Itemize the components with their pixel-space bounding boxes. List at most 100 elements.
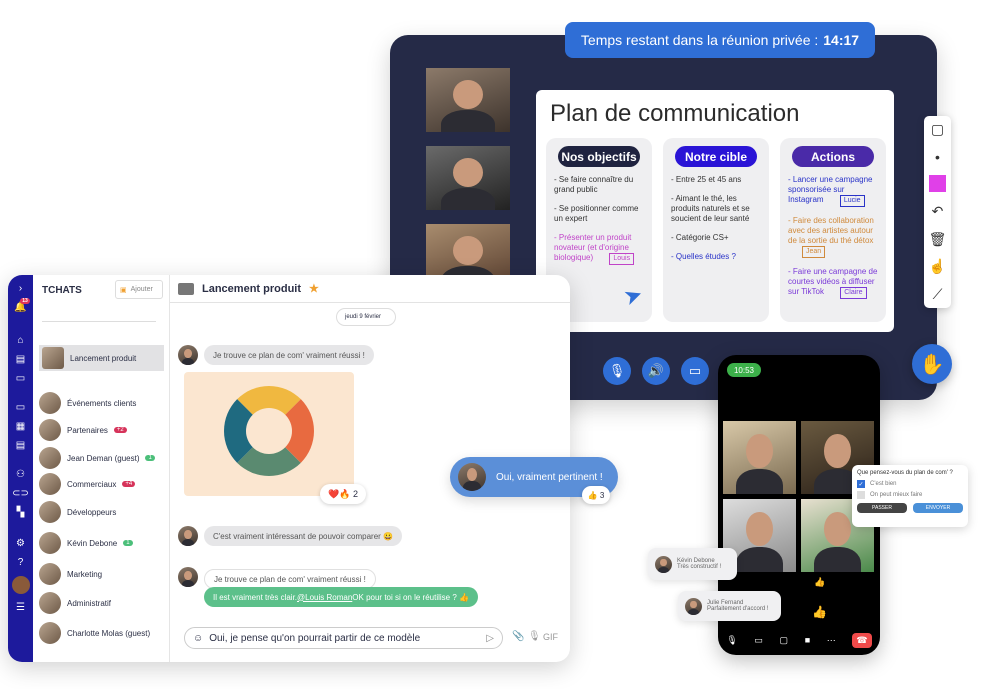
add-chat-button[interactable]: ▣ Ajouter	[115, 280, 163, 299]
chat-list-item[interactable]: Marketing	[39, 562, 164, 586]
divider	[42, 321, 156, 322]
unread-badge: +4	[122, 481, 136, 487]
camera-icon[interactable]: ▭	[754, 635, 763, 646]
poll-card: Que pensez-vous du plan de com' ? ✓ C'est…	[852, 465, 968, 527]
assignee-tag: Lucie	[839, 195, 865, 207]
skip-button[interactable]: PASSER	[857, 503, 907, 513]
microphone-icon[interactable]: 🎙	[726, 635, 737, 646]
share-icon[interactable]: ■	[805, 635, 810, 645]
reactions[interactable]: ❤️🔥 2	[320, 484, 366, 504]
news-icon[interactable]: ▤	[16, 354, 25, 365]
column-item: - Faire une campagne de courtes vidéos à…	[788, 267, 878, 299]
apps-icon[interactable]: ▚	[17, 507, 25, 518]
toggle-icon[interactable]: ⊂⊃	[12, 488, 29, 499]
column-item: - Aimant le thé, les produits naturels e…	[671, 194, 750, 223]
reaction-badge[interactable]: 👍 3	[582, 486, 610, 504]
help-icon[interactable]: ?	[18, 557, 24, 568]
chats-title: TCHATS	[42, 285, 82, 296]
chat-list-item[interactable]: Partenaires +2	[39, 418, 164, 442]
speaker-button[interactable]: 🔊	[642, 357, 670, 385]
column-item: - Entre 25 et 45 ans	[671, 175, 742, 184]
undo-icon[interactable]: ↶	[932, 203, 944, 220]
avatar	[39, 592, 61, 614]
gif-button[interactable]: GIF	[543, 632, 558, 642]
nav-rail: › 🔔 13 ⌂ ▤ ▭ ▭ ▦ ▤ ⚇ ⊂⊃ ▚ ⚙ ? ☰	[8, 275, 33, 662]
avatar	[685, 597, 702, 615]
avatar	[39, 563, 61, 585]
checkbox-checked[interactable]: ✓	[857, 480, 865, 488]
star-icon[interactable]: ★	[309, 282, 319, 295]
camera-button[interactable]: ▭	[681, 357, 709, 385]
column-item: - Faire des collaboration avec des artis…	[788, 216, 878, 258]
chat-list-item[interactable]: Développeurs	[39, 500, 164, 524]
chat-list: TCHATS ▣ Ajouter Lancement produit Événeme…	[33, 275, 170, 662]
message: C'est vraiment intéressant de pouvoir co…	[204, 526, 403, 546]
folder-icon[interactable]: ▭	[16, 402, 25, 413]
table-icon[interactable]: ▤	[16, 440, 25, 451]
users-icon[interactable]: ⚇	[16, 469, 25, 480]
message-icon[interactable]: ▭	[16, 373, 25, 384]
timer-value: 14:17	[823, 32, 860, 48]
attach-icon[interactable]: 📎	[512, 631, 524, 642]
conversation-header: Lancement produit ★	[170, 275, 570, 303]
column-header: Actions	[792, 146, 874, 167]
assignee-tag: Claire	[840, 287, 867, 299]
settings-icon[interactable]: ⚙	[16, 538, 25, 549]
chat-list-item[interactable]: Événements clients	[39, 391, 164, 415]
send-icon[interactable]: ▷	[486, 633, 494, 644]
microphone-icon[interactable]: 🎙	[528, 631, 541, 642]
column-item: - Se faire connaître du grand public	[554, 175, 634, 194]
chat-list-item[interactable]: Commerciaux +4	[39, 472, 164, 496]
slide-column: Notre cible - Entre 25 et 45 ans - Aimant …	[663, 138, 769, 322]
hang-up-button[interactable]: ☎	[852, 632, 872, 648]
rectangle-tool-icon[interactable]: ▢	[931, 121, 944, 138]
hand-tool-icon[interactable]: ☝	[929, 258, 946, 275]
more-icon[interactable]: ⋯	[827, 635, 836, 646]
chat-list-item[interactable]: Charlotte Molas (guest)	[39, 621, 164, 645]
mention-link[interactable]: @Louis Roman	[297, 593, 352, 602]
chat-list-item[interactable]: Jean Deman (guest) 1	[39, 446, 164, 470]
emoji-icon[interactable]: ☺	[193, 633, 203, 644]
microphone-button[interactable]: 🎙	[603, 357, 631, 385]
poll-option[interactable]: On peut mieux faire	[857, 491, 963, 499]
filters-icon[interactable]: ☰	[16, 602, 25, 613]
assignee-tag: Jean	[802, 246, 826, 258]
column-item: - Présenter un produit novateur (et d'or…	[554, 233, 644, 265]
chat-list-item[interactable]: Kévin Debone 1	[39, 531, 164, 555]
trash-icon[interactable]: 🗑	[929, 231, 947, 248]
chart-tool-icon[interactable]: ⟋	[933, 286, 943, 303]
calendar-icon[interactable]: ▦	[16, 421, 25, 432]
user-avatar[interactable]	[11, 576, 30, 594]
reply-message: Il est vraiment très clair. @Louis Roman…	[204, 587, 478, 607]
column-header: Nos objectifs	[558, 146, 640, 167]
presentation-slide: Plan de communication Nos objectifs - Se …	[536, 90, 894, 332]
unread-badge: +2	[113, 427, 127, 433]
chat-icon[interactable]: ▢	[780, 635, 789, 646]
thumbs-up-icon: 👍	[814, 577, 826, 587]
home-icon[interactable]: ⌂	[17, 335, 23, 346]
conversation-title: Lancement produit	[202, 282, 302, 295]
avatar	[178, 526, 198, 546]
column-item: - Se positionner comme un expert	[554, 204, 639, 223]
expand-icon[interactable]: ›	[19, 283, 22, 294]
cycle-diagram-image	[224, 386, 314, 476]
chat-list-item[interactable]: Lancement produit	[39, 345, 164, 371]
avatar	[39, 622, 61, 644]
color-picker[interactable]	[929, 175, 946, 193]
shared-image	[184, 372, 354, 496]
chat-list-item[interactable]: Administratif	[39, 591, 164, 615]
raise-hand-button[interactable]: ✋	[912, 344, 952, 384]
avatar	[39, 501, 61, 523]
avatar	[655, 555, 672, 573]
column-item: - Lancer une campagne sponsorisée sur In…	[788, 175, 878, 207]
call-time: 10:53	[727, 363, 761, 377]
timer-label: Temps restant dans la réunion privée :	[580, 32, 819, 48]
bell-icon[interactable]: 🔔 13	[14, 298, 30, 313]
send-button[interactable]: ENVOYER	[913, 503, 963, 513]
dot-tool-icon[interactable]: •	[935, 149, 940, 165]
avatar	[178, 345, 198, 365]
add-icon: ▣	[120, 286, 127, 294]
message-input[interactable]: ☺ Oui, je pense qu'on pourrait partir de…	[184, 627, 503, 649]
checkbox[interactable]	[857, 491, 865, 499]
poll-option[interactable]: ✓ C'est bien	[857, 480, 963, 488]
